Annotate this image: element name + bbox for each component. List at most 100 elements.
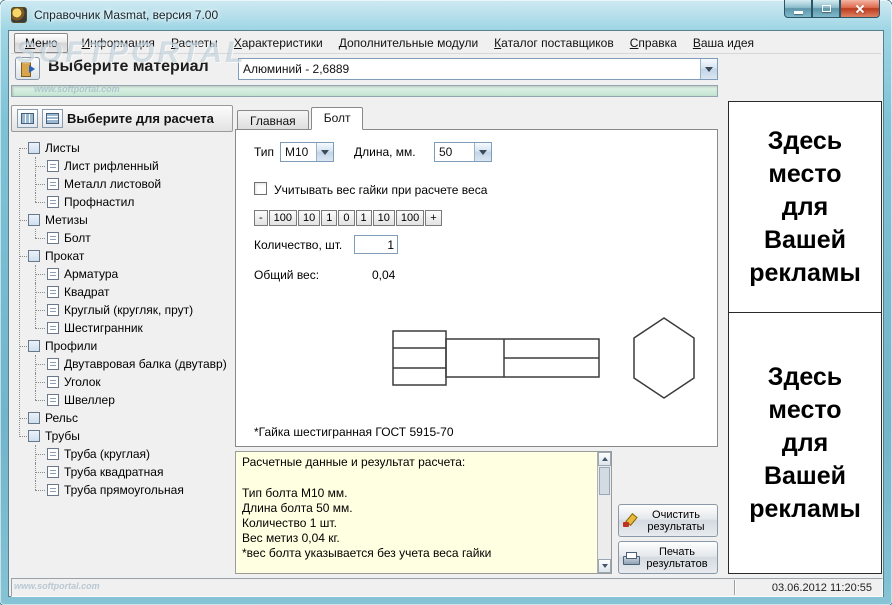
category-icon <box>28 340 40 352</box>
minimize-icon <box>793 10 803 14</box>
category-icon <box>28 430 40 442</box>
type-combobox-value: M10 <box>285 145 309 159</box>
stepper-plus-button[interactable]: + <box>425 210 442 226</box>
document-icon <box>47 394 59 406</box>
type-combobox[interactable]: M10 <box>280 142 334 162</box>
scroll-down-button[interactable] <box>598 559 611 573</box>
maximize-button[interactable] <box>812 0 840 18</box>
tree-item-label: Уголок <box>64 375 101 389</box>
tree-item[interactable]: Труба прямоугольная <box>13 481 233 499</box>
tree-item[interactable]: Труба (круглая) <box>13 445 233 463</box>
menu-item-supplier-catalog[interactable]: Каталог поставщиков <box>486 33 622 53</box>
quantity-input[interactable] <box>354 235 398 254</box>
document-icon <box>47 232 59 244</box>
drawing-icon[interactable] <box>17 109 38 128</box>
ad-line: Здесь <box>767 362 843 391</box>
tree-item-bolt[interactable]: Болт <box>13 229 233 247</box>
maximize-icon <box>821 5 831 12</box>
tree-item[interactable]: Арматура <box>13 265 233 283</box>
door-exit-icon <box>20 62 35 77</box>
length-combobox[interactable]: 50 <box>434 142 492 162</box>
tab-main[interactable]: Главная <box>237 110 309 129</box>
ad-line: для <box>781 192 829 221</box>
stepper-plus-10-button[interactable]: 10 <box>372 210 395 226</box>
tree-item[interactable]: Уголок <box>13 373 233 391</box>
document-icon <box>47 268 59 280</box>
sidebar-title: Выберите для расчета <box>67 111 214 126</box>
tree-item[interactable]: Профнастил <box>13 193 233 211</box>
tree-item[interactable]: Двутавровая балка (двутавр) <box>13 355 233 373</box>
window-controls <box>784 0 880 18</box>
menu-item-your-idea[interactable]: Ваша идея <box>685 33 762 53</box>
length-combobox-arrow[interactable] <box>474 143 491 161</box>
tree-item[interactable]: Шестигранник <box>13 319 233 337</box>
material-apply-button[interactable] <box>15 57 40 80</box>
tree-item-label: Круглый (кругляк, прут) <box>64 303 194 317</box>
tree-item[interactable]: Швеллер <box>13 391 233 409</box>
document-icon <box>47 448 59 460</box>
tree-item[interactable]: Квадрат <box>13 283 233 301</box>
close-button[interactable] <box>840 0 880 18</box>
document-icon <box>47 322 59 334</box>
menu-item-additional-modules[interactable]: Дополнительные модули <box>331 33 486 53</box>
ad-line: рекламы <box>749 258 861 287</box>
results-box[interactable]: Расчетные данные и результат расчета: Ти… <box>235 451 612 574</box>
tree-item-label: Труба (круглая) <box>64 447 151 461</box>
list-icon[interactable] <box>42 109 63 128</box>
status-bar: 03.06.2012 11:20:55 <box>11 578 883 597</box>
tree-item-fasteners[interactable]: Метизы <box>13 211 233 229</box>
tree-item-rail[interactable]: Рельс <box>13 409 233 427</box>
ad-line: место <box>768 395 842 424</box>
ad-line: Вашей <box>763 225 847 254</box>
printer-icon <box>623 551 640 565</box>
scrollbar-thumb[interactable] <box>599 467 610 495</box>
tree-item[interactable]: Лист рифленный <box>13 157 233 175</box>
tree-item[interactable]: Металл листовой <box>13 175 233 193</box>
material-combobox[interactable]: Алюминий - 2,6889 <box>238 58 718 80</box>
menu-item-characteristics[interactable]: Характеристики <box>226 33 331 53</box>
document-icon <box>47 358 59 370</box>
menu-item-information[interactable]: Информация <box>73 33 162 53</box>
tree-item[interactable]: Круглый (кругляк, прут) <box>13 301 233 319</box>
results-scrollbar[interactable] <box>597 452 611 573</box>
ad-line: рекламы <box>749 494 861 523</box>
tree-item-profiles[interactable]: Профили <box>13 337 233 355</box>
results-title: Расчетные данные и результат расчета: <box>242 455 466 469</box>
tree-item-sheets[interactable]: Листы <box>13 139 233 157</box>
ad-panel: Здесь место для Вашей рекламы Здесь мест… <box>728 101 882 574</box>
document-icon <box>47 286 59 298</box>
tab-bolt[interactable]: Болт <box>310 107 364 130</box>
nut-weight-checkbox-label: Учитывать вес гайки при расчете веса <box>274 183 488 197</box>
ad-line: для <box>781 428 829 457</box>
tree-item-label: Труба прямоугольная <box>64 483 184 497</box>
clear-results-button[interactable]: Очистить результаты <box>618 504 718 537</box>
stepper-minus-button[interactable]: - <box>254 210 268 226</box>
tree-item-label: Профнастил <box>64 195 135 209</box>
stepper-zero-button[interactable]: 0 <box>338 210 355 226</box>
stepper-minus-10-button[interactable]: 10 <box>298 210 321 226</box>
stepper-minus-100-button[interactable]: 100 <box>268 210 298 226</box>
type-combobox-arrow[interactable] <box>316 143 333 161</box>
client-area: Меню Информация Расчеты Характеристики Д… <box>8 30 884 597</box>
tree-item-label: Швеллер <box>64 393 115 407</box>
ad-line: Вашей <box>763 461 847 490</box>
tree-item[interactable]: Труба квадратная <box>13 463 233 481</box>
stepper-plus-1-button[interactable]: 1 <box>355 210 372 226</box>
quantity-label: Количество, шт. <box>254 238 343 252</box>
material-combobox-arrow[interactable] <box>700 59 717 79</box>
minimize-button[interactable] <box>784 0 812 18</box>
menu-item-calculations[interactable]: Расчеты <box>163 33 226 53</box>
title-bar[interactable]: Справочник Masmat, версия 7.00 <box>0 0 892 30</box>
nut-weight-checkbox[interactable] <box>254 182 267 195</box>
scroll-up-button[interactable] <box>598 452 611 466</box>
document-icon <box>47 484 59 496</box>
menu-item-help[interactable]: Справка <box>622 33 685 53</box>
results-line: Количество 1 шт. <box>242 516 337 530</box>
tree-item-rolled[interactable]: Прокат <box>13 247 233 265</box>
print-results-button[interactable]: Печать результатов <box>618 541 718 574</box>
stepper-minus-1-button[interactable]: 1 <box>321 210 338 226</box>
tree-item-pipes[interactable]: Трубы <box>13 427 233 445</box>
menu-item-menu[interactable]: Меню <box>14 32 69 53</box>
document-icon <box>47 466 59 478</box>
stepper-plus-100-button[interactable]: 100 <box>395 210 425 226</box>
